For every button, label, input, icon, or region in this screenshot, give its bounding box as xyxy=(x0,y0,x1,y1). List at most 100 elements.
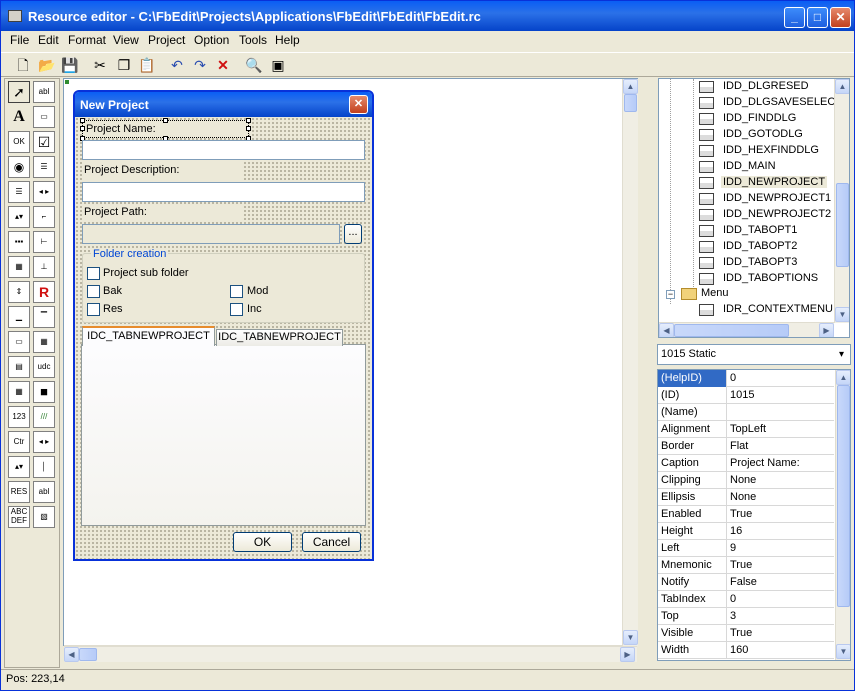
datetime-tool[interactable]: ▤ xyxy=(8,356,30,378)
property-value[interactable]: 1015 xyxy=(728,387,834,404)
res-tool[interactable]: RES xyxy=(8,481,30,503)
vline-tool[interactable]: ▴▾ xyxy=(8,456,30,478)
designer-hscroll-bar[interactable]: ◀ ▶ xyxy=(64,646,637,662)
scroll-down-icon[interactable]: ▼ xyxy=(623,630,638,645)
tree-folder-menu[interactable]: Menu xyxy=(701,287,729,299)
shape-tool[interactable]: ▧ xyxy=(33,506,55,528)
label-tool[interactable]: abl xyxy=(33,481,55,503)
image-tool[interactable]: ▭ xyxy=(8,331,30,353)
scroll-up-icon[interactable]: ▲ xyxy=(836,370,850,385)
toolbar-tool[interactable]: ▔ xyxy=(33,306,55,328)
richedit-tool[interactable]: R xyxy=(33,281,55,303)
save-icon[interactable]: 💾 xyxy=(61,56,79,74)
bak-checkbox[interactable] xyxy=(87,285,100,298)
property-value[interactable]: True xyxy=(728,625,834,642)
property-row[interactable]: Notify False xyxy=(658,574,834,591)
browse-button[interactable]: ... xyxy=(344,224,362,244)
menu-project[interactable]: Project xyxy=(148,33,185,47)
minimize-button[interactable]: _ xyxy=(784,7,805,28)
listview-tool[interactable]: ▦ xyxy=(8,256,30,278)
tree-vscroll[interactable]: ▲ ▼ xyxy=(834,79,849,323)
new-project-dialog[interactable]: New Project ✕ Project Name: Project Desc… xyxy=(73,90,374,561)
property-row[interactable]: Ellipsis None xyxy=(658,489,834,506)
tab-newproject-2[interactable]: IDC_TABNEWPROJECT xyxy=(216,329,343,346)
close-button[interactable]: ✕ xyxy=(830,7,851,28)
property-value[interactable]: 16 xyxy=(728,523,834,540)
grid-icon[interactable]: ▣ xyxy=(269,56,287,74)
maximize-button[interactable]: □ xyxy=(807,7,828,28)
radio-tool[interactable]: ◉ xyxy=(8,156,30,178)
mod-checkbox[interactable] xyxy=(230,285,243,298)
scroll-right-icon[interactable]: ▶ xyxy=(620,647,635,662)
property-value[interactable]: True xyxy=(728,557,834,574)
tree-vscroll-thumb[interactable] xyxy=(836,183,849,267)
listbox-tool[interactable]: ☰ xyxy=(8,181,30,203)
edit-tool[interactable]: abl xyxy=(33,81,55,103)
property-row[interactable]: (HelpID) 0 xyxy=(658,370,834,387)
dialog-title-bar[interactable]: New Project ✕ xyxy=(75,92,372,117)
property-row[interactable]: Alignment TopLeft xyxy=(658,421,834,438)
menu-help[interactable]: Help xyxy=(275,33,300,47)
property-value[interactable]: Flat xyxy=(728,438,834,455)
checkbox-tool[interactable]: ☑ xyxy=(33,131,55,153)
open-folder-icon[interactable]: 📂 xyxy=(38,56,56,74)
property-row[interactable]: Left 9 xyxy=(658,540,834,557)
property-row[interactable]: (Name) xyxy=(658,404,834,421)
property-row[interactable]: Mnemonic True xyxy=(658,557,834,574)
menu-format[interactable]: Format xyxy=(68,33,106,47)
property-row[interactable]: Clipping None xyxy=(658,472,834,489)
control-combo[interactable]: 1015 Static ▾ xyxy=(657,344,851,365)
monthcal-tool[interactable]: ▦ xyxy=(8,381,30,403)
groupbox-tool[interactable]: ▭ xyxy=(33,106,55,128)
statusbar-tool[interactable]: ▁ xyxy=(8,306,30,328)
menu-tools[interactable]: Tools xyxy=(239,33,267,47)
property-value[interactable]: False xyxy=(728,574,834,591)
animate-tool[interactable]: /// xyxy=(33,406,55,428)
vscroll-thumb[interactable] xyxy=(624,94,637,112)
resize-handle[interactable] xyxy=(80,118,85,123)
tree-hscroll[interactable]: ◀ ▶ xyxy=(659,322,834,337)
property-value[interactable]: 160 xyxy=(728,642,834,659)
property-value[interactable]: None xyxy=(728,489,834,506)
cancel-button[interactable]: Cancel xyxy=(302,532,361,552)
dialog-close-icon[interactable]: ✕ xyxy=(349,95,368,114)
copy-icon[interactable]: ❐ xyxy=(115,56,133,74)
static-tool[interactable]: A xyxy=(8,106,30,128)
property-row[interactable]: Border Flat xyxy=(658,438,834,455)
designer-vscroll[interactable]: ▲ ▼ xyxy=(622,79,638,646)
custom-tool[interactable]: Ctr xyxy=(8,431,30,453)
grid-tool[interactable]: ▦ xyxy=(33,331,55,353)
redo-icon[interactable]: ↷ xyxy=(191,56,209,74)
inc-checkbox[interactable] xyxy=(230,303,243,316)
sub-folder-checkbox[interactable] xyxy=(87,267,100,280)
scroll-up-icon[interactable]: ▲ xyxy=(835,79,849,94)
title-bar[interactable]: Resource editor - C:\FbEdit\Projects\App… xyxy=(1,1,854,31)
property-value[interactable]: None xyxy=(728,472,834,489)
tree-hscroll-thumb[interactable] xyxy=(674,324,789,337)
new-file-icon[interactable]: 🗋 xyxy=(14,56,32,74)
property-row[interactable]: Top 3 xyxy=(658,608,834,625)
property-grid[interactable]: (HelpID) 0 (ID) 1015 (Name) Alignment TopLeft B… xyxy=(657,369,851,661)
property-row[interactable]: Height 16 xyxy=(658,523,834,540)
scroll-down-icon[interactable]: ▼ xyxy=(836,644,850,659)
scroll-left-icon[interactable]: ◀ xyxy=(64,647,79,662)
hscroll-thumb[interactable] xyxy=(79,648,97,661)
menu-file[interactable]: File xyxy=(10,33,29,47)
menu-edit[interactable]: Edit xyxy=(38,33,59,47)
collapse-icon[interactable]: − xyxy=(666,290,675,299)
abc-tool[interactable]: ABC DEF xyxy=(8,506,30,528)
property-row[interactable]: Enabled True xyxy=(658,506,834,523)
resize-handle[interactable] xyxy=(163,118,168,123)
resize-handle[interactable] xyxy=(246,118,251,123)
undo-icon[interactable]: ↶ xyxy=(168,56,186,74)
property-row[interactable]: Caption Project Name: xyxy=(658,455,834,472)
project-name-input[interactable] xyxy=(82,140,365,160)
scroll-down-icon[interactable]: ▼ xyxy=(835,307,849,322)
project-description-input[interactable] xyxy=(82,182,365,202)
property-row[interactable]: Visible True xyxy=(658,625,834,642)
ipaddress-tool[interactable]: 123 xyxy=(8,406,30,428)
udc-tool[interactable]: udc xyxy=(33,356,55,378)
props-vscroll-thumb[interactable] xyxy=(837,385,850,607)
tab-control[interactable]: IDC_TABNEWPROJECT IDC_TABNEWPROJECT xyxy=(81,326,366,526)
property-value[interactable]: 3 xyxy=(728,608,834,625)
